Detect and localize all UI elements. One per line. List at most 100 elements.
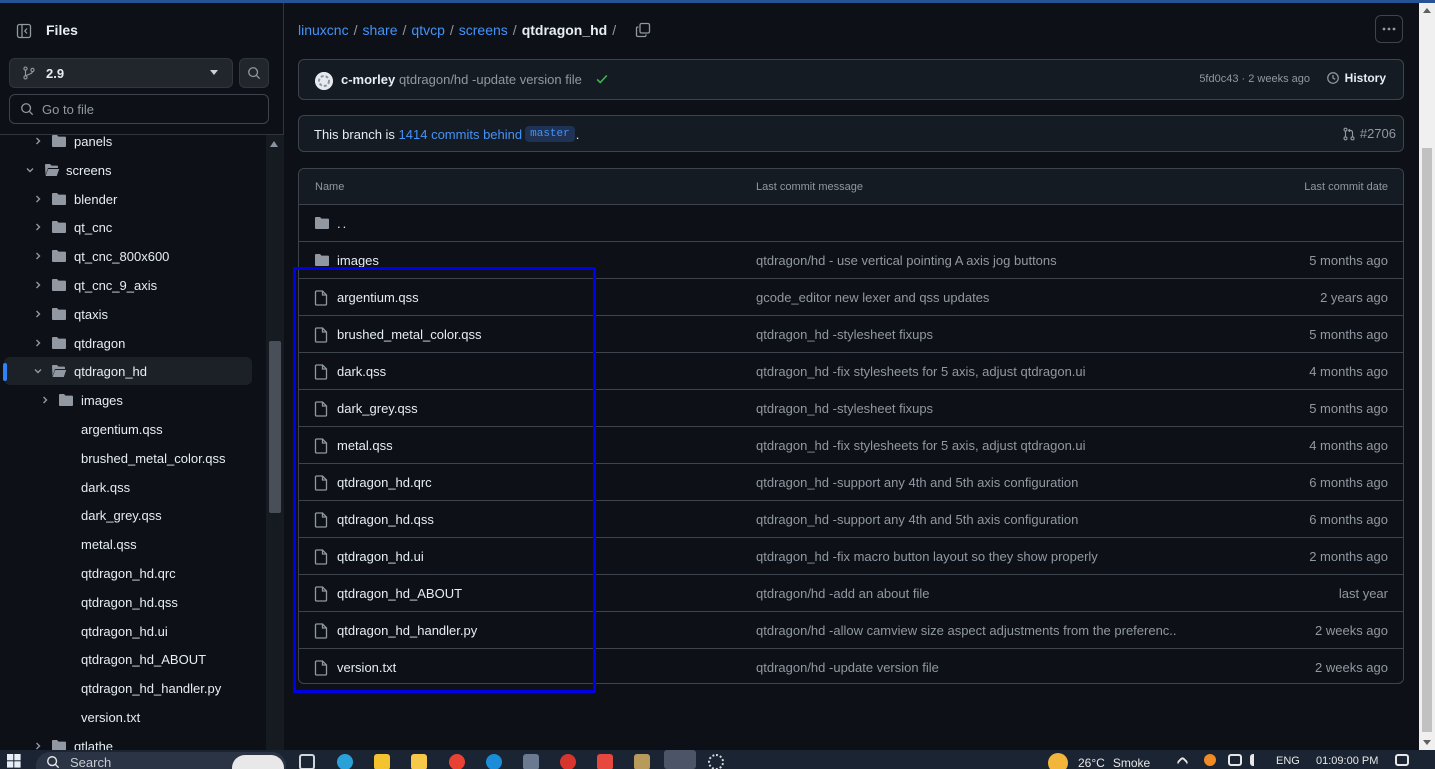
- file-name-link[interactable]: qtdragon_hd_handler.py: [337, 623, 477, 638]
- chevron-right-icon[interactable]: [33, 741, 43, 750]
- scroll-down-icon[interactable]: [1423, 740, 1431, 745]
- file-name-link[interactable]: qtdragon_hd_ABOUT: [337, 586, 462, 601]
- commit-author[interactable]: c-morley: [341, 72, 395, 87]
- base-branch-label[interactable]: master: [525, 126, 575, 142]
- edge-icon[interactable]: [337, 754, 353, 769]
- file-name-link[interactable]: images: [337, 253, 379, 268]
- notifications-icon[interactable]: [1395, 754, 1409, 766]
- chrome-icon[interactable]: [449, 754, 465, 769]
- commit-sha-time[interactable]: 5fd0c43 · 2 weeks ago: [1199, 73, 1310, 85]
- breadcrumb-link-qtvcp[interactable]: qtvcp: [411, 22, 444, 38]
- pull-request-link[interactable]: #2706: [1342, 126, 1396, 141]
- history-button[interactable]: History: [1326, 71, 1386, 85]
- tree-file[interactable]: qtdragon_hd.qss: [0, 588, 266, 616]
- commits-behind-link[interactable]: 1414 commits behind: [399, 127, 523, 142]
- tree-file[interactable]: dark_grey.qss: [0, 501, 266, 529]
- go-to-file-field[interactable]: [9, 94, 269, 124]
- copilot-icon[interactable]: [232, 755, 284, 769]
- check-icon[interactable]: [595, 72, 609, 89]
- file-name-link[interactable]: qtdragon_hd.qrc: [337, 475, 432, 490]
- branch-selector[interactable]: 2.9: [9, 58, 233, 88]
- table-row[interactable]: qtdragon_hd_ABOUT qtdragon/hd -add an abo…: [299, 575, 1403, 612]
- chrome-active-icon[interactable]: [664, 750, 696, 769]
- avatar[interactable]: [315, 72, 333, 90]
- page-scrollbar[interactable]: [1419, 3, 1435, 750]
- tree-folder[interactable]: qt_cnc: [0, 213, 266, 241]
- collapse-sidebar-button[interactable]: [10, 17, 38, 45]
- table-row[interactable]: images qtdragon/hd - use vertical pointin…: [299, 242, 1403, 279]
- commit-message-link[interactable]: qtdragon_hd -support any 4th and 5th axi…: [756, 475, 1078, 490]
- commit-message-link[interactable]: qtdragon_hd -support any 4th and 5th axi…: [756, 512, 1078, 527]
- tree-file[interactable]: qtdragon_hd.ui: [0, 617, 266, 645]
- table-row[interactable]: dark_grey.qss qtdragon_hd -stylesheet fix…: [299, 390, 1403, 427]
- tree-file[interactable]: qtdragon_hd_ABOUT: [0, 645, 266, 673]
- app-icon[interactable]: [560, 754, 576, 769]
- table-row[interactable]: metal.qss qtdragon_hd -fix stylesheets fo…: [299, 427, 1403, 464]
- file-name-link[interactable]: dark.qss: [337, 364, 386, 379]
- chevron-right-icon[interactable]: [40, 395, 50, 405]
- commit-message-link[interactable]: qtdragon/hd -update version file: [756, 660, 939, 675]
- skype-icon[interactable]: [486, 754, 502, 769]
- volume-icon[interactable]: [1250, 754, 1262, 766]
- file-name-link[interactable]: qtdragon_hd.ui: [337, 549, 424, 564]
- tree-folder[interactable]: qtaxis: [0, 300, 266, 328]
- search-files-button[interactable]: [239, 58, 269, 88]
- network-icon[interactable]: [1228, 754, 1242, 766]
- table-row[interactable]: dark.qss qtdragon_hd -fix stylesheets for…: [299, 353, 1403, 390]
- chevron-right-icon[interactable]: [33, 251, 43, 261]
- table-row[interactable]: version.txt qtdragon/hd -update version f…: [299, 649, 1403, 683]
- commit-message-link[interactable]: gcode_editor new lexer and qss updates: [756, 290, 989, 305]
- table-row[interactable]: qtdragon_hd.ui qtdragon_hd -fix macro but…: [299, 538, 1403, 575]
- chevron-down-icon[interactable]: [33, 366, 43, 376]
- tree-file[interactable]: version.txt: [0, 703, 266, 731]
- chevron-up-icon[interactable]: [1176, 756, 1189, 769]
- windows-start-icon[interactable]: [7, 754, 21, 768]
- chevron-right-icon[interactable]: [33, 338, 43, 348]
- commit-message-link[interactable]: qtdragon/hd -allow camview size aspect a…: [756, 623, 1176, 638]
- more-options-button[interactable]: [1375, 15, 1403, 43]
- tray-app-icon[interactable]: [1204, 754, 1216, 766]
- chevron-right-icon[interactable]: [33, 309, 43, 319]
- file-explorer-icon[interactable]: [411, 754, 427, 769]
- table-row[interactable]: brushed_metal_color.qss qtdragon_hd -styl…: [299, 316, 1403, 353]
- breadcrumb-link-linuxcnc[interactable]: linuxcnc: [298, 22, 349, 38]
- tree-file[interactable]: argentium.qss: [0, 415, 266, 443]
- commit-message-link[interactable]: qtdragon_hd -stylesheet fixups: [756, 401, 933, 416]
- tree-file[interactable]: qtdragon_hd.qrc: [0, 559, 266, 587]
- chevron-right-icon[interactable]: [33, 222, 43, 232]
- language-indicator[interactable]: ENG: [1276, 755, 1300, 767]
- table-row[interactable]: argentium.qss gcode_editor new lexer and …: [299, 279, 1403, 316]
- scrollbar-thumb[interactable]: [1422, 148, 1432, 732]
- commit-message-link[interactable]: qtdragon_hd -fix macro button layout so …: [756, 549, 1098, 564]
- chevron-down-icon[interactable]: [25, 165, 35, 175]
- file-name-link[interactable]: qtdragon_hd.qss: [337, 512, 434, 527]
- copy-path-button[interactable]: [635, 22, 651, 38]
- anydesk-icon[interactable]: [597, 754, 613, 769]
- tree-file[interactable]: brushed_metal_color.qss: [0, 444, 266, 472]
- file-name-link[interactable]: dark_grey.qss: [337, 401, 418, 416]
- tree-folder[interactable]: screens: [0, 156, 266, 184]
- tree-file[interactable]: metal.qss: [0, 530, 266, 558]
- task-view-icon[interactable]: [299, 754, 315, 769]
- table-row[interactable]: qtdragon_hd.qrc qtdragon_hd -support any …: [299, 464, 1403, 501]
- commit-message-link[interactable]: qtdragon/hd -add an about file: [756, 586, 929, 601]
- tree-folder[interactable]: qt_cnc_800x600: [0, 242, 266, 270]
- scroll-up-icon[interactable]: [270, 141, 278, 147]
- tree-file[interactable]: qtdragon_hd_handler.py: [0, 674, 266, 702]
- tree-folder[interactable]: qtdragon_hd: [3, 357, 252, 386]
- calculator-icon[interactable]: [523, 754, 539, 769]
- tree-folder[interactable]: qtlathe: [0, 732, 266, 750]
- scroll-up-icon[interactable]: [1423, 8, 1431, 13]
- tree-folder[interactable]: images: [0, 386, 266, 414]
- clock[interactable]: 01:09:00 PM: [1316, 755, 1378, 767]
- commit-message-link[interactable]: qtdragon_hd -stylesheet fixups: [756, 327, 933, 342]
- tree-file[interactable]: dark.qss: [0, 473, 266, 501]
- file-name-link[interactable]: metal.qss: [337, 438, 393, 453]
- chevron-right-icon[interactable]: [33, 136, 43, 146]
- tool-icon[interactable]: [634, 754, 650, 769]
- table-row[interactable]: qtdragon_hd.qss qtdragon_hd -support any …: [299, 501, 1403, 538]
- weather-widget[interactable]: 26°C Smoke: [1048, 753, 1150, 769]
- file-name-link[interactable]: brushed_metal_color.qss: [337, 327, 482, 342]
- breadcrumb-link-screens[interactable]: screens: [459, 22, 508, 38]
- tree-scrollbar[interactable]: [266, 135, 284, 750]
